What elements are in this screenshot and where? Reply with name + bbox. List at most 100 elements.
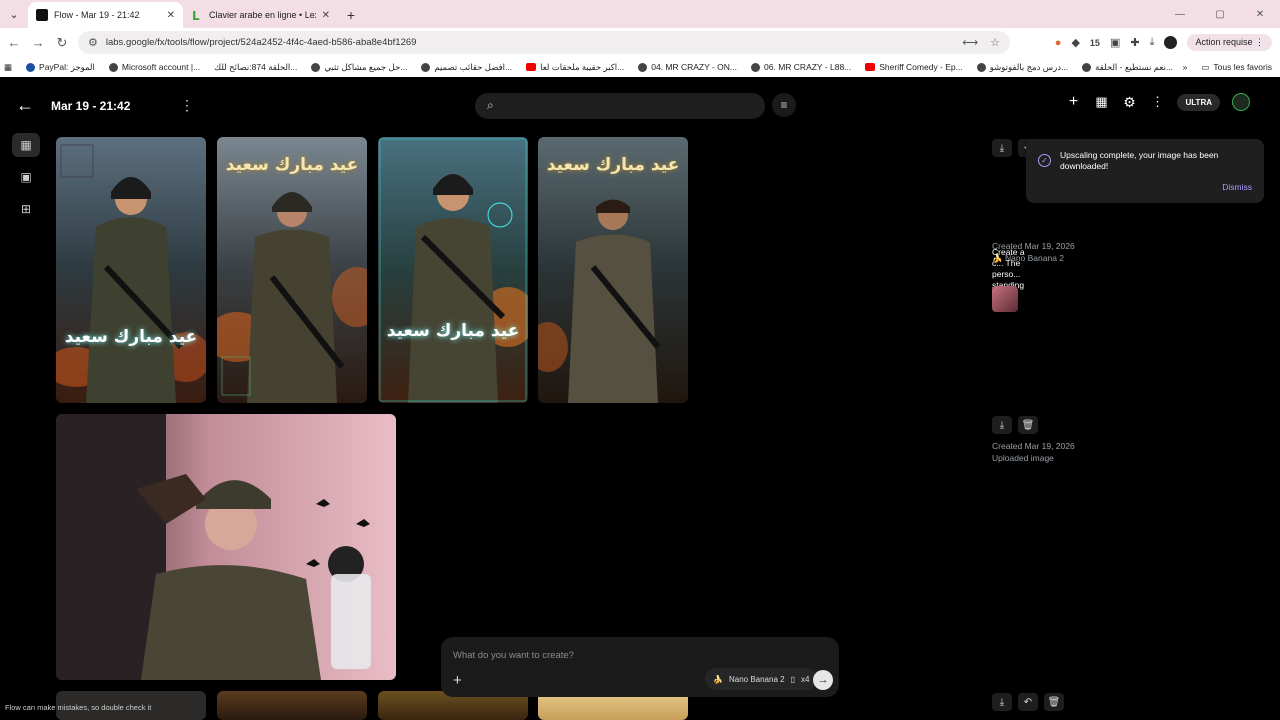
source-label: Uploaded image <box>992 453 1054 463</box>
filter-icon[interactable]: ≡ <box>772 93 796 117</box>
apps-grid-icon[interactable]: ▦ <box>4 62 12 73</box>
image-actions-2: ⤓ 🗑 <box>992 416 1038 434</box>
forward-icon[interactable]: → <box>26 31 50 55</box>
generated-image-card[interactable] <box>217 691 367 720</box>
add-icon[interactable]: + <box>1065 93 1081 111</box>
tab-title: Clavier arabe en ligne • Lexilog <box>209 10 316 20</box>
reload-icon[interactable]: ↻ <box>50 31 74 55</box>
address-bar[interactable]: ⚙ labs.google/fx/tools/flow/project/524a… <box>78 31 1010 54</box>
settings-gear-icon[interactable]: ⚙ <box>1121 94 1137 111</box>
user-avatar[interactable] <box>1232 93 1250 111</box>
bookmark-item[interactable]: درس دمج بالفوتوشو... <box>976 62 1068 73</box>
dismiss-button[interactable]: Dismiss <box>1222 182 1252 192</box>
delete-icon[interactable]: 🗑 <box>1044 693 1064 711</box>
project-title: Mar 19 - 21:42 <box>51 99 131 113</box>
bookmark-item[interactable]: حل جميع مشاكل تثبي... <box>311 62 407 73</box>
reference-thumbnail[interactable] <box>992 286 1018 312</box>
svg-text:L: L <box>192 9 200 21</box>
image-caption-text: عيد مبارك سعيد <box>546 155 680 175</box>
search-icon: ⌕ <box>487 98 494 112</box>
created-date: Created Mar 19, 2026 <box>992 241 1075 251</box>
downloads-icon[interactable]: ⤓ <box>1150 36 1155 49</box>
image-caption-text: عيد مبارك سعيد <box>225 155 359 175</box>
grid-view-icon[interactable]: ▦ <box>12 133 40 157</box>
extension-shield-icon[interactable]: ◆ <box>1071 36 1079 49</box>
close-window-icon[interactable]: ✕ <box>1240 0 1280 28</box>
image-caption-text: عيد مبارك سعيد <box>386 321 520 341</box>
back-arrow-icon[interactable]: ← <box>16 95 34 116</box>
upscale-toast: ✓ Upscaling complete, your image has bee… <box>1026 139 1264 203</box>
extension-game-icon[interactable]: ▣ <box>1110 36 1120 49</box>
translate-icon[interactable]: ⟷ <box>962 36 978 49</box>
generated-image-card[interactable]: عيد مبارك سعيد <box>217 137 367 403</box>
download-icon[interactable]: ⤓ <box>992 416 1012 434</box>
site-info-icon[interactable]: ⚙ <box>88 36 98 49</box>
lexilog-favicon-icon: L <box>192 9 200 21</box>
toast-message: Upscaling complete, your image has been … <box>1060 150 1219 171</box>
film-icon[interactable]: ▦ <box>1093 94 1109 110</box>
profile-avatar[interactable] <box>1164 36 1178 49</box>
image-actions-3: ⤓ ↶ 🗑 <box>992 693 1064 711</box>
generated-image-card[interactable]: عيد مبارك سعيد <box>378 137 528 403</box>
download-icon[interactable]: ⤓ <box>992 693 1012 711</box>
folder-add-icon[interactable]: ⊞ <box>12 197 40 221</box>
more-menu-icon[interactable]: ⋮ <box>1149 94 1165 110</box>
close-tab-icon[interactable]: ✕ <box>322 10 330 21</box>
prompt-input[interactable]: What do you want to create? <box>453 650 574 661</box>
maximize-icon[interactable]: ▢ <box>1200 0 1240 28</box>
more-bookmarks-icon[interactable]: » <box>1183 62 1188 72</box>
generated-image-card[interactable]: عيد مبارك سعيد <box>56 137 206 403</box>
uploaded-image-card[interactable] <box>56 414 396 680</box>
image-caption-text: عيد مبارك سعيد <box>64 327 198 347</box>
bookmark-item[interactable]: PayPal: الموجز <box>26 62 95 73</box>
image-view-icon[interactable]: ▣ <box>12 165 40 189</box>
window-controls: — ▢ ✕ <box>1160 0 1280 28</box>
header-actions: + ▦ ⚙ ⋮ ULTRA <box>1065 93 1250 111</box>
banana-icon: 🍌 <box>713 674 723 684</box>
extension-fire-icon[interactable]: ● <box>1055 37 1062 49</box>
bookmark-item[interactable]: افضل حقائب تصميم... <box>421 62 512 73</box>
aspect-ratio-icon: ▯ <box>790 674 795 684</box>
left-rail: ▦ ▣ ⊞ <box>12 133 42 229</box>
new-tab-button[interactable]: + <box>338 2 364 28</box>
project-menu-icon[interactable]: ⋮ <box>180 97 194 114</box>
bookmark-item[interactable]: الحلقة 874:نصائح للك... <box>214 62 297 73</box>
generated-image-card[interactable]: عيد مبارك سعيد <box>538 137 688 403</box>
undo-icon[interactable]: ↶ <box>1018 693 1038 711</box>
browser-tab-strip: ⌄ Flow - Mar 19 - 21:42 ✕ L Clavier arab… <box>0 0 1280 28</box>
extensions-puzzle-icon[interactable]: ✚ <box>1130 36 1139 49</box>
tab-lexilog[interactable]: L Clavier arabe en ligne • Lexilog ✕ <box>183 2 338 28</box>
created-date: Created Mar 19, 2026 <box>992 441 1075 451</box>
bookmark-item[interactable]: 06. MR CRAZY - L88... <box>751 62 851 72</box>
bookmark-item[interactable]: 04. MR CRAZY - ON... <box>638 62 737 72</box>
download-icon[interactable]: ⤓ <box>992 139 1012 157</box>
soldier-image <box>217 137 367 403</box>
close-tab-icon[interactable]: ✕ <box>167 10 175 21</box>
ultra-plan-badge[interactable]: ULTRA <box>1177 93 1220 111</box>
app-header: ← Mar 19 - 21:42 ⋮ ⌕ ≡ + ▦ ⚙ ⋮ ULTRA <box>0 77 1280 133</box>
bookmark-item[interactable]: Sheriff Comedy - Ep... <box>865 62 963 72</box>
flow-app: ← Mar 19 - 21:42 ⋮ ⌕ ≡ + ▦ ⚙ ⋮ ULTRA ▦ ▣… <box>0 77 1280 720</box>
tab-flow[interactable]: Flow - Mar 19 - 21:42 ✕ <box>28 2 183 28</box>
delete-icon[interactable]: 🗑 <box>1018 416 1038 434</box>
action-required-button[interactable]: Action requise ⋮ <box>1187 34 1272 51</box>
back-icon[interactable]: ← <box>2 31 26 55</box>
bookmark-item[interactable]: Microsoft account |... <box>108 62 200 72</box>
disclaimer-text: Flow can make mistakes, so double check … <box>5 703 152 712</box>
prompt-box[interactable]: What do you want to create? + 🍌 Nano Ban… <box>441 637 839 697</box>
soldier-image <box>538 137 688 403</box>
model-selector[interactable]: 🍌 Nano Banana 2 ▯ x4 <box>705 668 818 690</box>
search-input[interactable]: ⌕ <box>475 93 765 119</box>
all-favorites-folder[interactable]: ▭ Tous les favoris <box>1201 62 1272 73</box>
tab-title: Flow - Mar 19 - 21:42 <box>54 10 140 20</box>
add-media-icon[interactable]: + <box>453 672 462 689</box>
bookmark-item[interactable]: اكبر حقيبة ملحقات لعا... <box>526 62 624 73</box>
soldier-image <box>56 137 206 403</box>
uploaded-photo-image <box>56 414 396 680</box>
bookmark-star-icon[interactable]: ☆ <box>990 36 1000 49</box>
minimize-icon[interactable]: — <box>1160 0 1200 28</box>
send-arrow-icon[interactable]: → <box>813 670 833 690</box>
tab-search-dropdown[interactable]: ⌄ <box>0 0 28 28</box>
model-label: 🍌 Nano Banana 2 <box>992 253 1065 263</box>
bookmark-item[interactable]: نعم نستطيع - الحلقة... <box>1082 62 1173 73</box>
